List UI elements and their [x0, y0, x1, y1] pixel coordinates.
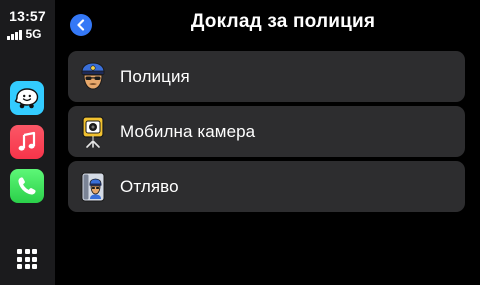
waze-icon — [14, 88, 39, 109]
report-options-list: Полиция Мобилна камера Отляво — [68, 51, 465, 216]
list-item-label: Полиция — [120, 66, 190, 86]
status-time: 13:57 — [9, 8, 46, 24]
list-item-mobile-camera[interactable]: Мобилна камера — [68, 106, 465, 157]
police-officer-icon — [78, 60, 108, 94]
waze-app-button[interactable] — [10, 81, 44, 115]
signal-strength-icon — [7, 30, 22, 40]
page-title: Доклад за полиция — [190, 11, 376, 32]
list-item-left-side[interactable]: Отляво — [68, 161, 465, 212]
carplay-sidebar: 13:57 5G — [0, 0, 56, 285]
main-content: Доклад за полиция Полиция Мобилна камера… — [56, 0, 480, 285]
phone-icon — [18, 177, 36, 195]
status-row: 5G — [7, 28, 42, 40]
network-type: 5G — [25, 27, 42, 41]
list-item-label: Мобилна камера — [120, 121, 256, 141]
music-app-button[interactable] — [10, 125, 44, 159]
phone-app-button[interactable] — [10, 169, 44, 203]
music-note-icon — [18, 131, 36, 151]
list-item-police[interactable]: Полиция — [68, 51, 465, 102]
chevron-left-icon — [77, 19, 85, 31]
app-grid-icon[interactable] — [17, 249, 37, 269]
mobile-camera-icon — [78, 115, 108, 149]
police-left-side-icon — [78, 170, 108, 204]
list-item-label: Отляво — [120, 176, 179, 196]
